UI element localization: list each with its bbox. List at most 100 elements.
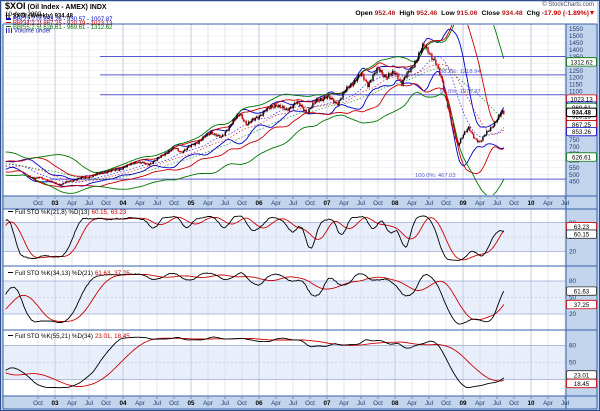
month-label: Jul — [153, 400, 161, 407]
month-label: Jul — [561, 400, 569, 407]
month-label: Apr — [339, 200, 349, 207]
panel1-d-value: 63.23 — [111, 209, 126, 216]
chg-label: Chg — [527, 10, 540, 17]
month-label: Oct — [305, 400, 315, 407]
close-label: Close — [481, 10, 500, 17]
svg-text:934.48: 934.48 — [572, 110, 591, 117]
month-label: 06 — [255, 200, 263, 207]
panel2-legend: Full STO %K(34,13) %D(21)61.63,37.25 — [8, 271, 130, 277]
month-label: 04 — [119, 400, 127, 407]
month-label: Apr — [135, 400, 145, 407]
panel2-d-value: 37.25 — [114, 270, 129, 277]
ohlc-readout: Open 952.46High 952.46Low 915.06Close 93… — [355, 11, 594, 18]
month-label: Oct — [101, 200, 111, 207]
month-label: Jul — [221, 400, 229, 407]
legend-volume-label: Volume undef — [14, 29, 51, 35]
month-label: Apr — [135, 200, 145, 207]
low-label: Low — [441, 10, 455, 17]
month-label: Apr — [203, 200, 213, 207]
month-label: Apr — [271, 200, 281, 207]
sto-tick-label: 20 — [569, 311, 577, 318]
ticker-symbol: $XOI — [5, 1, 26, 11]
month-label: Apr — [543, 400, 553, 407]
panel1-legend-label: Full STO %K(21,8) %D(13) — [15, 209, 90, 216]
month-label: 05 — [187, 400, 195, 407]
panel1-legend: Full STO %K(21,8) %D(13)60.15,63.23 — [8, 210, 126, 216]
high-value: 952.46 — [416, 10, 437, 17]
month-label: 04 — [119, 200, 127, 207]
month-label: Oct — [237, 400, 247, 407]
month-label: Apr — [475, 200, 485, 207]
close-value: 934.48 — [502, 10, 523, 17]
month-label: Oct — [441, 200, 451, 207]
sto-line-icon — [8, 272, 13, 274]
open-value: 952.46 — [375, 10, 396, 17]
bb55-line-icon — [6, 26, 11, 28]
month-label: Oct — [509, 400, 519, 407]
month-label: Jul — [357, 200, 365, 207]
month-label: 07 — [323, 400, 331, 407]
fib-label: 100.0%: 467.03 — [415, 173, 456, 179]
month-label: Apr — [475, 400, 485, 407]
bb21-line-icon — [6, 18, 11, 20]
panel3-legend-label: Full STO %K(55,21) %D(34) — [15, 333, 93, 340]
svg-text:1312.62: 1312.62 — [570, 59, 593, 66]
month-label: 10 — [527, 400, 535, 407]
month-label: Oct — [305, 200, 315, 207]
month-label: Oct — [441, 400, 451, 407]
month-label: Oct — [101, 400, 111, 407]
month-label: Oct — [237, 200, 247, 207]
month-label: Apr — [203, 400, 213, 407]
panel2-legend-label: Full STO %K(34,13) %D(21) — [15, 270, 93, 277]
stockcharts-brand: © StockCharts.com — [542, 2, 594, 8]
page-title: $XOI (Oil Index - AMEX) INDX — [5, 2, 107, 11]
sto-tick-label: 50 — [569, 360, 577, 367]
month-label: Jul — [85, 400, 93, 407]
high-label: High — [399, 10, 414, 17]
month-label: Jul — [289, 200, 297, 207]
month-label: Apr — [67, 200, 77, 207]
volume-bars-icon — [6, 28, 12, 33]
month-label: Oct — [509, 200, 519, 207]
month-label: Oct — [169, 400, 179, 407]
fib-label: 38.2%: 1218.94 — [440, 69, 481, 75]
month-label: Jul — [493, 400, 501, 407]
month-label: 06 — [255, 400, 263, 407]
svg-text:60.15: 60.15 — [574, 232, 590, 239]
month-label: Jul — [493, 200, 501, 207]
panel3-d-value: 18.45 — [114, 333, 129, 340]
panel3-legend: Full STO %K(55,21) %D(34)23.01,18.45 — [8, 334, 130, 340]
svg-text:37.25: 37.25 — [574, 302, 590, 309]
month-label: Apr — [271, 400, 281, 407]
month-label: 10 — [527, 200, 535, 207]
chg-value: -17.90 (-1.89%) — [542, 10, 589, 17]
month-label: 09 — [459, 400, 467, 407]
month-label: Jul — [289, 400, 297, 407]
sto-line-icon — [8, 211, 13, 213]
bb34-line-icon — [6, 22, 11, 24]
panel3-k-value: 23.01, — [95, 333, 112, 340]
month-label: 08 — [391, 200, 399, 207]
ticker-description: (Oil Index - AMEX) INDX — [26, 4, 107, 11]
month-label: Apr — [407, 400, 417, 407]
month-label: Apr — [407, 200, 417, 207]
month-label: Apr — [67, 400, 77, 407]
month-label: Jul — [561, 200, 569, 207]
svg-text:61.63: 61.63 — [574, 289, 590, 296]
month-label: Jul — [357, 400, 365, 407]
month-label: Apr — [339, 400, 349, 407]
svg-text:23.01: 23.01 — [574, 372, 590, 379]
panel1-k-value: 60.15, — [92, 209, 109, 216]
sto-tick-label: 80 — [569, 343, 577, 350]
month-label: Apr — [543, 200, 553, 207]
month-label: Jul — [85, 200, 93, 207]
month-label: Jul — [153, 200, 161, 207]
month-label: 09 — [459, 200, 467, 207]
month-label: Oct — [33, 200, 43, 207]
month-label: Oct — [373, 400, 383, 407]
down-arrow-icon — [590, 11, 594, 15]
legend-volume: Volume undef — [6, 28, 51, 35]
month-label: 07 — [323, 200, 331, 207]
svg-text:853.26: 853.26 — [572, 129, 591, 136]
sto-line-icon — [8, 335, 13, 337]
